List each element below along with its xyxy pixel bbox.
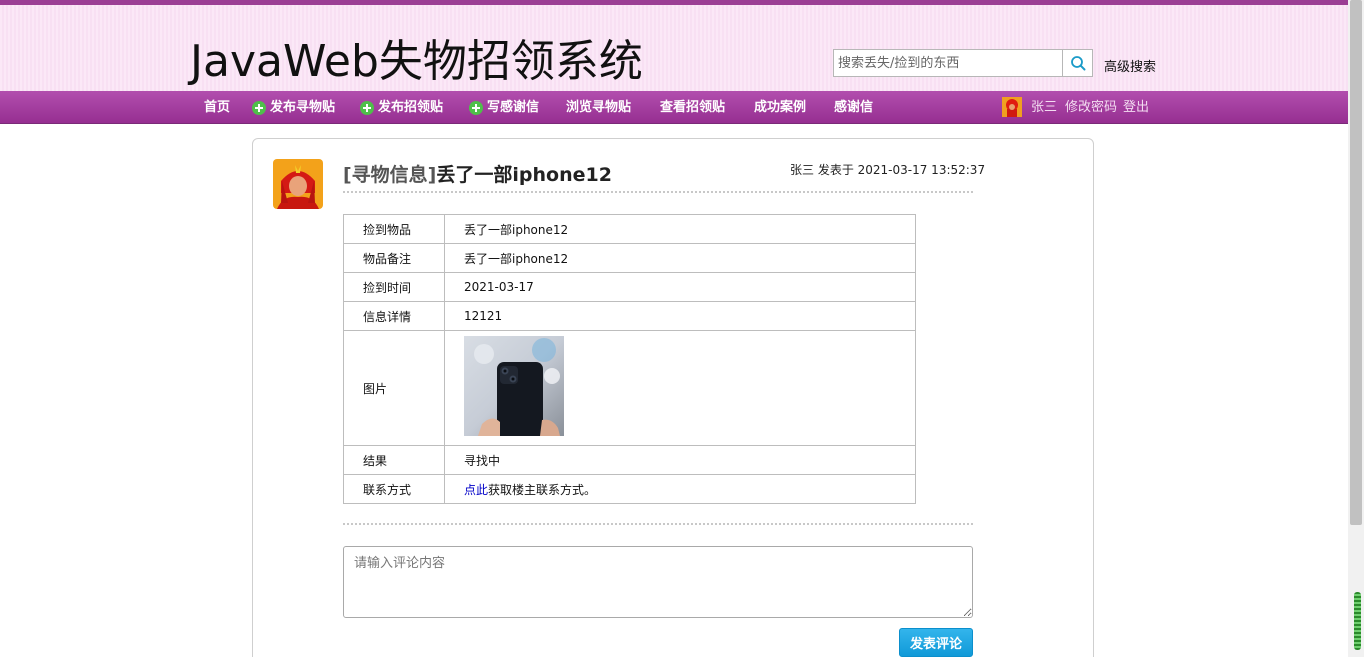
nav-success-cases-label: 成功案例 bbox=[754, 100, 807, 115]
nav-home[interactable]: 首页 bbox=[204, 91, 230, 124]
nav-change-password[interactable]: 修改密码 bbox=[1065, 91, 1117, 124]
detail-key: 物品备注 bbox=[343, 243, 445, 273]
scrollbar-thumb[interactable] bbox=[1350, 0, 1362, 525]
detail-value: 12121 bbox=[444, 301, 916, 331]
contact-text: 获取楼主联系方式。 bbox=[488, 482, 597, 497]
table-row: 联系方式 点此获取楼主联系方式。 bbox=[343, 474, 916, 504]
comment-input[interactable] bbox=[343, 546, 973, 618]
post-meta: 张三 发表于 2021-03-17 13:52:37 bbox=[790, 163, 986, 177]
advanced-search-link[interactable]: 高级搜索 bbox=[1104, 56, 1156, 75]
post-title: [寻物信息]丢了一部iphone12 bbox=[343, 160, 612, 187]
result-key: 结果 bbox=[343, 445, 445, 475]
search-icon bbox=[1070, 56, 1085, 71]
poster-avatar-image bbox=[273, 159, 323, 209]
nav-success-cases[interactable]: 成功案例 bbox=[754, 91, 806, 124]
image-key: 图片 bbox=[343, 330, 445, 446]
submit-comment-button[interactable]: 发表评论 bbox=[899, 628, 973, 657]
nav-view-found[interactable]: 查看招领贴 bbox=[660, 91, 725, 124]
result-value: 寻找中 bbox=[444, 445, 916, 475]
plus-circle-icon bbox=[469, 100, 483, 115]
nav-view-found-label: 查看招领贴 bbox=[660, 100, 726, 115]
nav-home-label: 首页 bbox=[204, 100, 231, 115]
detail-value: 丢了一部iphone12 bbox=[444, 214, 916, 244]
divider-bottom bbox=[343, 523, 973, 525]
search-button[interactable] bbox=[1062, 50, 1092, 76]
image-value bbox=[444, 330, 916, 446]
nav-write-thanks[interactable]: 写感谢信 bbox=[469, 91, 539, 124]
table-row: 信息详情 12121 bbox=[343, 301, 916, 331]
table-row: 物品备注 丢了一部iphone12 bbox=[343, 243, 916, 273]
detail-value: 丢了一部iphone12 bbox=[444, 243, 916, 273]
detail-key: 信息详情 bbox=[343, 301, 445, 331]
contact-key: 联系方式 bbox=[343, 474, 445, 504]
site-header: JavaWeb失物招领系统 高级搜索 bbox=[0, 0, 1348, 91]
divider-top bbox=[343, 191, 973, 193]
table-row: 捡到时间 2021-03-17 bbox=[343, 272, 916, 302]
table-row: 捡到物品 丢了一部iphone12 bbox=[343, 214, 916, 244]
plus-circle-icon bbox=[252, 100, 266, 115]
nav-post-found-label: 发布招领贴 bbox=[378, 100, 444, 115]
nav-write-thanks-label: 写感谢信 bbox=[487, 100, 540, 115]
post-title-text: 丢了一部iphone12 bbox=[436, 164, 612, 186]
nav-post-found[interactable]: 发布招领贴 bbox=[360, 91, 443, 124]
avatar-image bbox=[1002, 97, 1022, 117]
item-photo[interactable] bbox=[464, 336, 564, 436]
table-row: 结果 寻找中 bbox=[343, 445, 916, 475]
detail-key: 捡到时间 bbox=[343, 272, 445, 302]
search-input[interactable] bbox=[834, 50, 1062, 76]
user-avatar-small[interactable] bbox=[1002, 97, 1022, 117]
nav-username[interactable]: 张三 bbox=[1031, 91, 1057, 124]
search-box bbox=[833, 49, 1093, 77]
table-row: 图片 bbox=[343, 330, 916, 446]
nav-browse-lost[interactable]: 浏览寻物贴 bbox=[566, 91, 631, 124]
site-title: JavaWeb失物招领系统 bbox=[190, 36, 643, 87]
nav-browse-lost-label: 浏览寻物贴 bbox=[566, 100, 632, 115]
detail-key: 捡到物品 bbox=[343, 214, 445, 244]
nav-post-lost[interactable]: 发布寻物贴 bbox=[252, 91, 335, 124]
nav-logout[interactable]: 登出 bbox=[1123, 91, 1149, 124]
nav-post-lost-label: 发布寻物贴 bbox=[270, 100, 336, 115]
detail-value: 2021-03-17 bbox=[444, 272, 916, 302]
post-tag: [寻物信息] bbox=[343, 164, 437, 186]
contact-link[interactable]: 点此 bbox=[464, 483, 488, 497]
nav-thank-letters[interactable]: 感谢信 bbox=[834, 91, 873, 124]
contact-value: 点此获取楼主联系方式。 bbox=[444, 474, 916, 504]
phone-photo-image bbox=[464, 336, 564, 436]
post-details-table: 捡到物品 丢了一部iphone12 物品备注 丢了一部iphone12 捡到时间… bbox=[343, 214, 916, 504]
plus-circle-icon bbox=[360, 100, 374, 115]
nav-thank-letters-label: 感谢信 bbox=[834, 100, 874, 115]
scroll-indicator bbox=[1354, 592, 1361, 650]
poster-avatar bbox=[273, 159, 323, 209]
